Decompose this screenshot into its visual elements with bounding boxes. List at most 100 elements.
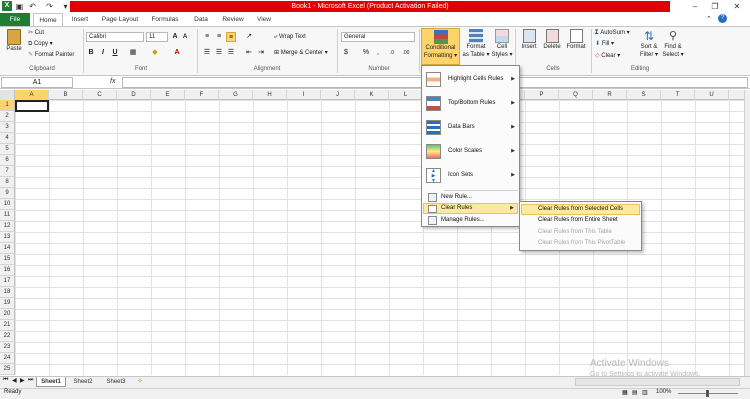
align-middle-icon[interactable]: ≡ (214, 32, 224, 42)
orientation-icon[interactable]: ↗ (244, 32, 254, 42)
minimize-button[interactable]: – (685, 0, 705, 13)
find-select-button[interactable]: ⚲ Find & Select ▾ (661, 29, 685, 63)
column-header[interactable]: Q (559, 90, 593, 100)
font-name-combo[interactable]: Calibri (86, 32, 144, 42)
fill-color-icon[interactable]: ◆ (150, 48, 160, 58)
number-format-combo[interactable]: General (341, 32, 415, 42)
redo-icon[interactable]: ↷ (44, 1, 55, 12)
view-page-layout-icon[interactable]: ▤ (632, 389, 638, 396)
row-header[interactable]: 9 (0, 188, 15, 199)
column-header[interactable]: P (525, 90, 559, 100)
sheet-tab-sheet2[interactable]: Sheet2 (68, 377, 98, 387)
tab-review[interactable]: Review (218, 13, 248, 26)
menu-item-top-bottom-rules[interactable]: Top/Bottom Rules ▶ (423, 93, 518, 115)
row-header[interactable]: 7 (0, 166, 15, 177)
fx-icon[interactable]: fx (110, 78, 115, 85)
borders-icon[interactable]: ▦ (128, 48, 138, 58)
row-header[interactable]: 12 (0, 221, 15, 232)
bold-button[interactable]: B (86, 48, 96, 58)
column-header[interactable]: B (49, 90, 83, 100)
row-header[interactable]: 17 (0, 276, 15, 287)
submenu-item-clear-entire-sheet[interactable]: Clear Rules from Entire Sheet (521, 216, 640, 227)
column-header[interactable]: G (219, 90, 253, 100)
vertical-scrollbar[interactable] (744, 90, 750, 376)
autosum-button[interactable]: Σ AutoSum ▾ (595, 29, 630, 38)
column-header[interactable]: I (287, 90, 321, 100)
fill-button[interactable]: ⬇ Fill ▾ (595, 40, 614, 49)
sort-filter-button[interactable]: ⇅ Sort & Filter ▾ (637, 29, 661, 63)
row-header[interactable]: 3 (0, 122, 15, 133)
shrink-font-icon[interactable]: A (180, 32, 190, 42)
align-right-icon[interactable]: ☰ (226, 48, 236, 58)
menu-item-new-rule[interactable]: New Rule... (423, 192, 518, 203)
row-header[interactable]: 5 (0, 144, 15, 155)
font-size-combo[interactable]: 11 (146, 32, 168, 42)
increase-decimal-icon[interactable]: .0 (387, 48, 397, 58)
horizontal-scrollbar[interactable] (575, 378, 740, 386)
row-header[interactable]: 20 (0, 309, 15, 320)
submenu-item-clear-selected-cells[interactable]: Clear Rules from Selected Cells (521, 204, 640, 215)
restore-button[interactable]: ❐ (705, 0, 725, 13)
copy-button[interactable]: ⧉ Copy ▾ (28, 40, 53, 49)
row-header[interactable]: 25 (0, 364, 15, 375)
sheet-tab-sheet3[interactable]: Sheet3 (101, 377, 131, 387)
sheet-nav-first-icon[interactable]: ⏮ (3, 377, 8, 384)
column-header[interactable]: E (151, 90, 185, 100)
align-center-icon[interactable]: ☰ (214, 48, 224, 58)
column-header[interactable]: R (593, 90, 627, 100)
sheet-nav-last-icon[interactable]: ⏭ (28, 377, 33, 384)
column-header[interactable]: U (695, 90, 729, 100)
excel-logo-icon[interactable]: X (2, 1, 12, 11)
delete-cells-button[interactable]: Delete (541, 29, 563, 63)
row-header[interactable]: 19 (0, 298, 15, 309)
row-header[interactable]: 23 (0, 342, 15, 353)
format-as-table-button[interactable]: Format as Table ▾ (462, 29, 490, 65)
zoom-slider-thumb[interactable] (706, 390, 709, 397)
column-header[interactable]: H (253, 90, 287, 100)
column-header[interactable]: K (355, 90, 389, 100)
row-header[interactable]: 6 (0, 155, 15, 166)
column-header[interactable]: S (627, 90, 661, 100)
cell-styles-button[interactable]: Cell Styles ▾ (491, 29, 513, 65)
tab-data[interactable]: Data (188, 13, 214, 26)
menu-item-manage-rules[interactable]: Manage Rules... (423, 215, 518, 226)
row-header[interactable]: 21 (0, 320, 15, 331)
currency-icon[interactable]: $ (341, 48, 351, 58)
save-icon[interactable]: ▣ (14, 1, 25, 12)
format-painter-button[interactable]: ✎ Format Painter (28, 51, 74, 60)
tab-view[interactable]: View (252, 13, 276, 26)
align-top-icon[interactable]: ≡ (202, 32, 212, 42)
comma-icon[interactable]: , (373, 48, 383, 58)
menu-item-clear-rules[interactable]: Clear Rules ▶ (423, 203, 518, 214)
row-header[interactable]: 18 (0, 287, 15, 298)
view-page-break-icon[interactable]: ▥ (642, 389, 648, 396)
insert-sheet-icon[interactable]: ✧ (137, 377, 143, 385)
increase-indent-icon[interactable]: ⇥ (256, 48, 266, 58)
row-header[interactable]: 13 (0, 232, 15, 243)
menu-item-color-scales[interactable]: Color Scales ▶ (423, 141, 518, 163)
column-header[interactable]: J (321, 90, 355, 100)
cut-button[interactable]: ✂ Cut (28, 29, 44, 38)
italic-button[interactable]: I (98, 48, 108, 58)
clear-button[interactable]: ◇ Clear ▾ (595, 52, 620, 61)
row-header[interactable]: 1 (0, 100, 15, 111)
tab-formulas[interactable]: Formulas (147, 13, 183, 26)
row-header[interactable]: 4 (0, 133, 15, 144)
font-color-icon[interactable]: A (172, 48, 182, 58)
ribbon-minimize-icon[interactable]: ⌃ (706, 15, 712, 23)
tab-home[interactable]: Home (33, 13, 63, 26)
menu-item-data-bars[interactable]: Data Bars ▶ (423, 117, 518, 139)
underline-button[interactable]: U (110, 48, 120, 58)
row-header[interactable]: 10 (0, 199, 15, 210)
row-header[interactable]: 15 (0, 254, 15, 265)
name-box[interactable]: A1 (1, 77, 73, 88)
row-header[interactable]: 2 (0, 111, 15, 122)
column-header[interactable]: A (15, 90, 49, 100)
row-header[interactable]: 24 (0, 353, 15, 364)
view-normal-icon[interactable]: ▦ (622, 389, 628, 396)
sheet-nav-prev-icon[interactable]: ◀ (12, 377, 17, 384)
select-all-corner[interactable] (0, 90, 15, 100)
sheet-tab-sheet1[interactable]: Sheet1 (36, 377, 66, 387)
sheet-nav-next-icon[interactable]: ▶ (20, 377, 25, 384)
column-header[interactable]: F (185, 90, 219, 100)
